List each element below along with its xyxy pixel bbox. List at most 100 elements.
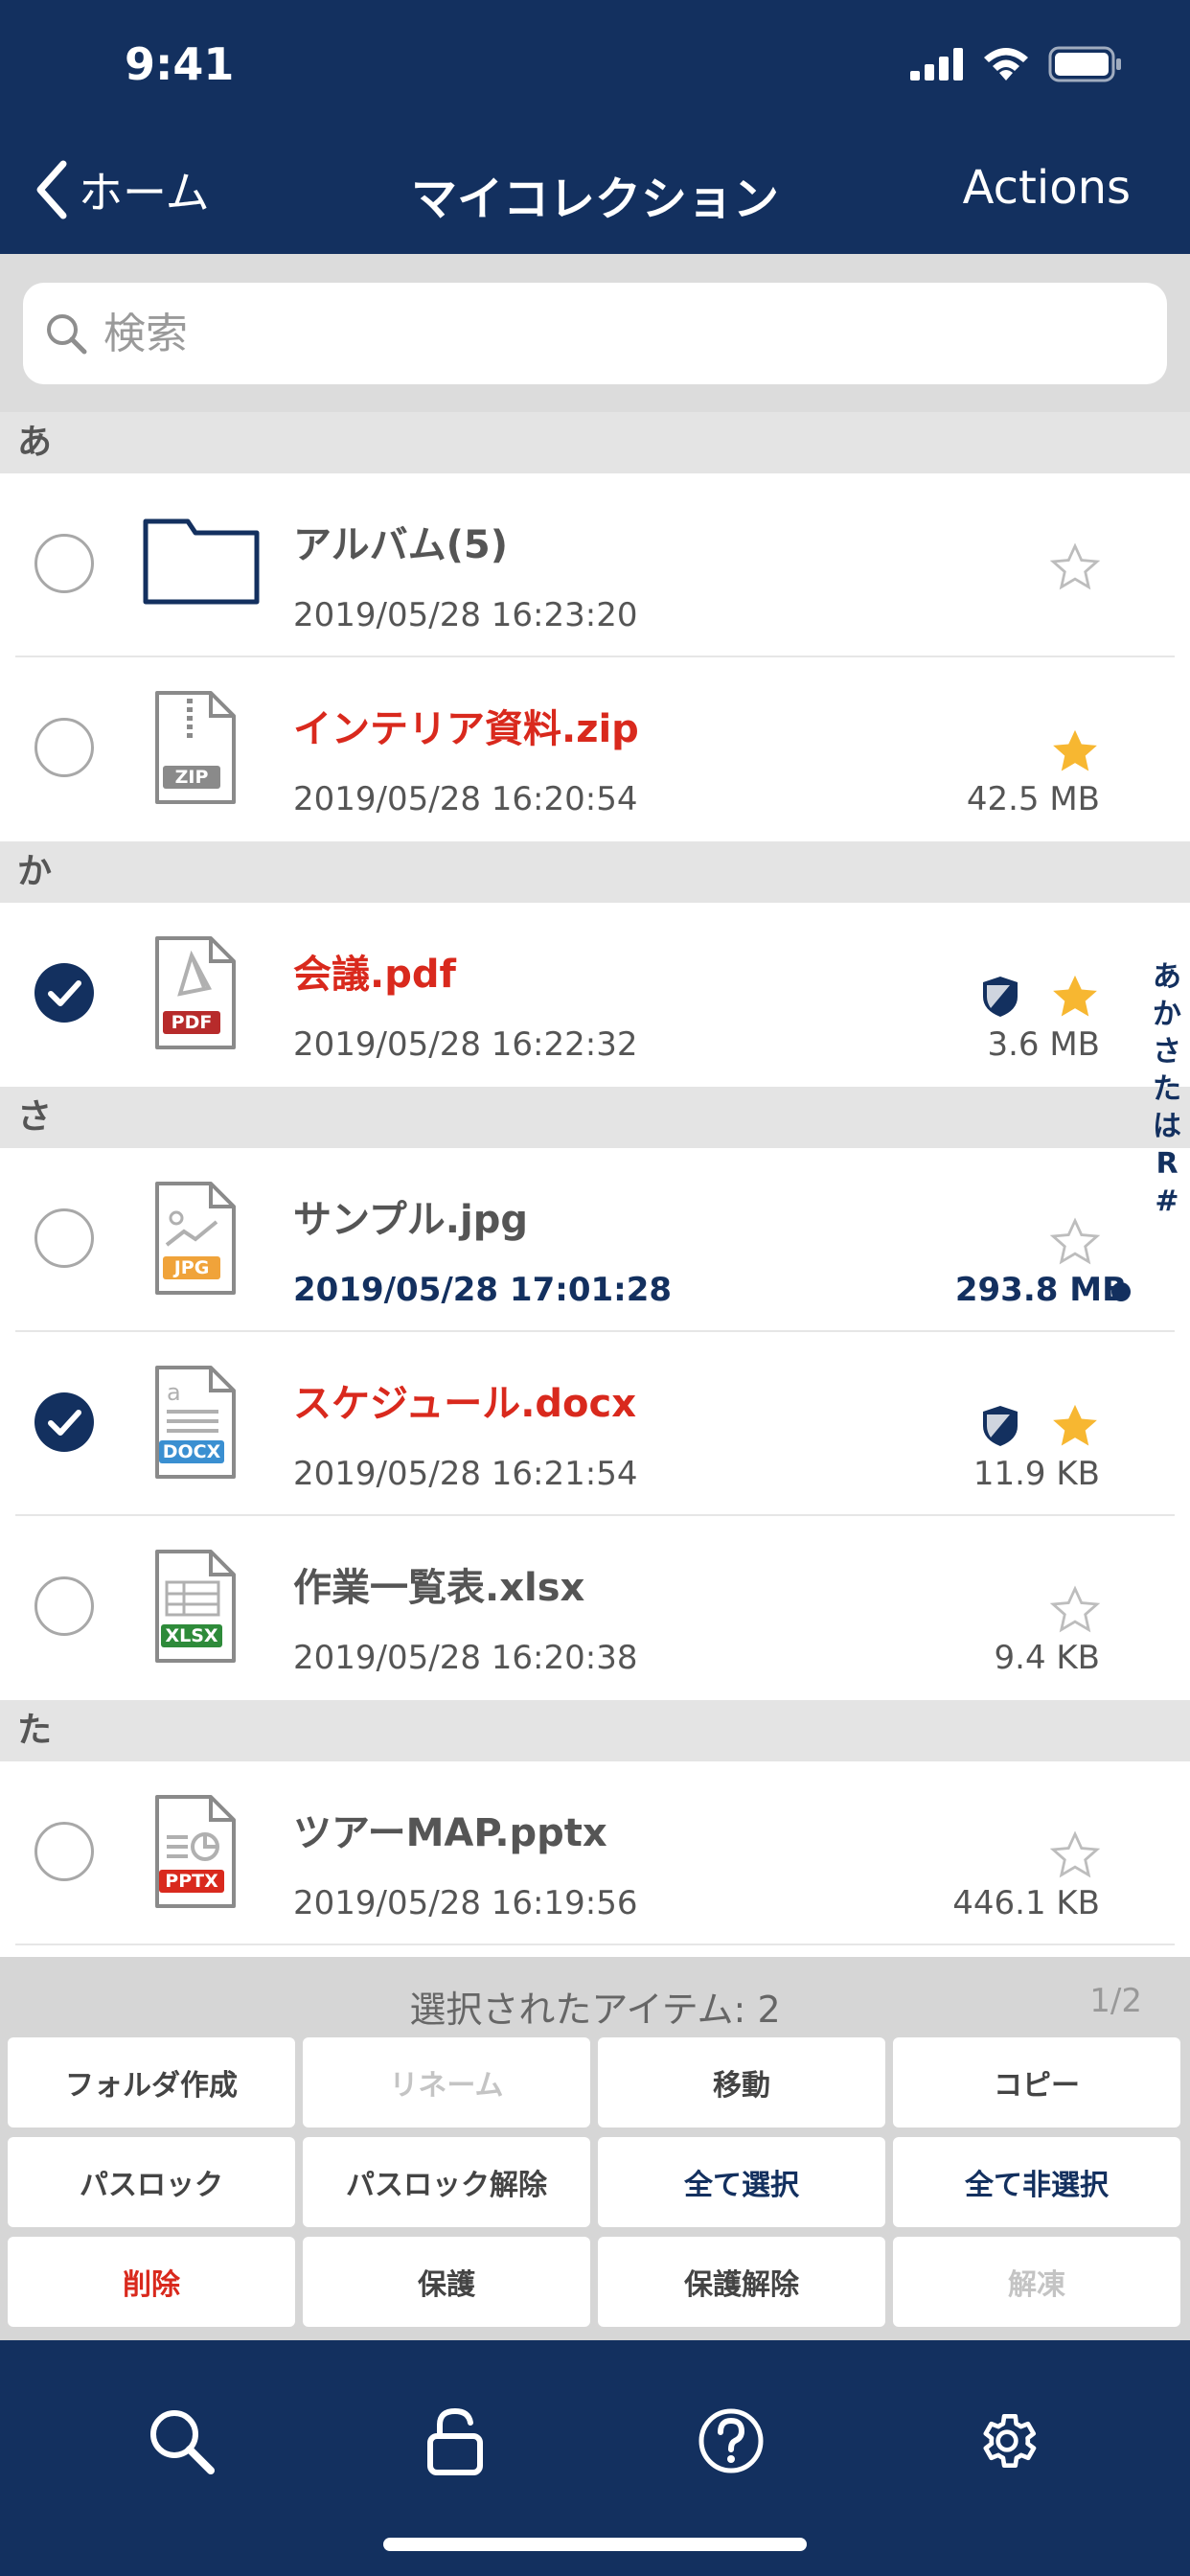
file-badge: XLSX <box>165 1625 218 1646</box>
select-all-button[interactable]: 全て選択 <box>598 2137 885 2227</box>
status-icons <box>910 46 1123 82</box>
jpg-file-icon <box>155 1182 236 1295</box>
star-outline-icon[interactable] <box>1048 1215 1102 1269</box>
star-outline-icon[interactable] <box>1048 1583 1102 1637</box>
select-radio-checked[interactable] <box>34 963 94 1023</box>
selection-count: 選択されたアイテム: 2 <box>409 1989 781 2031</box>
delete-button[interactable]: 削除 <box>8 2237 295 2327</box>
file-size: 42.5 MB <box>966 780 1100 818</box>
deselect-all-button[interactable]: 全て非選択 <box>893 2137 1180 2227</box>
search-icon <box>47 314 87 355</box>
file-row-jpg[interactable]: JPG サンプル.jpg 2019/05/28 17:01:28 293.8 M… <box>0 1148 1190 1332</box>
protect-button[interactable]: 保護 <box>303 2237 590 2327</box>
svg-text:a: a <box>167 1379 181 1406</box>
pptx-file-icon <box>155 1795 236 1908</box>
file-row-pdf[interactable]: PDF 会議.pdf 2019/05/28 16:22:32 3.6 MB <box>0 903 1190 1087</box>
file-row-xlsx[interactable]: XLSX 作業一覧表.xlsx 2019/05/28 16:20:38 9.4 … <box>0 1516 1190 1700</box>
tab-help[interactable] <box>688 2398 774 2484</box>
file-row-docx[interactable]: a DOCX スケジュール.docx 2019/05/28 16:21:54 1… <box>0 1332 1190 1516</box>
gear-icon <box>983 2414 1037 2468</box>
star-outline-icon[interactable] <box>1048 540 1102 594</box>
select-radio[interactable] <box>34 1822 94 1881</box>
section-header-a: あ <box>0 412 1190 473</box>
section-header-ta: た <box>0 1700 1190 1761</box>
index-item[interactable]: R <box>1156 1145 1178 1183</box>
index-item[interactable]: た <box>1153 1070 1181 1108</box>
file-badge: PPTX <box>165 1871 218 1892</box>
select-radio[interactable] <box>34 1576 94 1636</box>
file-badge: JPG <box>173 1257 210 1278</box>
page-indicator[interactable]: 1/2 <box>1089 1982 1142 2020</box>
tab-search[interactable] <box>138 2398 224 2484</box>
file-name: 作業一覧表.xlsx <box>293 1566 585 1610</box>
create-folder-button[interactable]: フォルダ作成 <box>8 2037 295 2128</box>
file-badge: DOCX <box>162 1441 221 1462</box>
back-button[interactable]: ホーム <box>34 158 210 221</box>
index-item[interactable]: あ <box>1153 958 1181 996</box>
action-panel: 選択されたアイテム: 2 1/2 フォルダ作成 リネーム 移動 コピー パスロッ… <box>0 1957 1190 2340</box>
checkmark-icon <box>48 980 81 1006</box>
index-item[interactable]: さ <box>1153 1033 1181 1070</box>
folder-icon <box>143 518 260 605</box>
star-outline-icon[interactable] <box>1048 1828 1102 1882</box>
shield-icon <box>983 977 1018 1017</box>
file-date: 2019/05/28 16:20:38 <box>293 1639 638 1677</box>
tab-settings[interactable] <box>964 2398 1050 2484</box>
select-radio-checked[interactable] <box>34 1392 94 1452</box>
new-indicator-dot <box>1111 1282 1131 1301</box>
search-bar[interactable] <box>23 283 1167 384</box>
home-indicator <box>383 2538 807 2551</box>
file-date: 2019/05/28 16:22:32 <box>293 1025 638 1064</box>
shield-icon <box>983 1406 1018 1446</box>
file-row-zip[interactable]: ZIP インテリア資料.zip 2019/05/28 16:20:54 42.5… <box>0 657 1190 841</box>
file-size: 11.9 KB <box>973 1455 1100 1493</box>
section-index-bar[interactable]: あ か さ た は R # <box>1144 958 1190 1220</box>
file-list[interactable]: あ アルバム(5) 2019/05/28 16:23:20 ZIP インテリア資… <box>0 412 1190 1957</box>
star-filled-icon[interactable] <box>1048 1399 1102 1453</box>
unlock-icon <box>427 2407 483 2475</box>
zip-file-icon <box>155 691 236 804</box>
file-badge: PDF <box>171 1012 213 1033</box>
back-label: ホーム <box>79 167 210 218</box>
file-name: インテリア資料.zip <box>293 707 639 751</box>
move-button[interactable]: 移動 <box>598 2037 885 2128</box>
file-name: スケジュール.docx <box>293 1382 637 1426</box>
select-radio[interactable] <box>34 1208 94 1268</box>
section-header-sa: さ <box>0 1087 1190 1148</box>
file-row-pptx[interactable]: PPTX ツアーMAP.pptx 2019/05/28 16:19:56 446… <box>0 1761 1190 1945</box>
rename-button[interactable]: リネーム <box>303 2037 590 2128</box>
select-radio[interactable] <box>34 718 94 777</box>
chevron-left-icon <box>36 160 67 219</box>
select-radio[interactable] <box>34 534 94 593</box>
file-size: 446.1 KB <box>952 1884 1100 1922</box>
passlock-button[interactable]: パスロック <box>8 2137 295 2227</box>
actions-button[interactable]: Actions <box>963 161 1131 215</box>
file-date: 2019/05/28 17:01:28 <box>293 1271 673 1309</box>
passlock-release-button[interactable]: パスロック解除 <box>303 2137 590 2227</box>
file-date: 2019/05/28 16:20:54 <box>293 780 638 818</box>
action-button-grid: フォルダ作成 リネーム 移動 コピー パスロック パスロック解除 全て選択 全て… <box>8 2037 1182 2327</box>
search-input[interactable] <box>102 308 1064 359</box>
file-row-album[interactable]: アルバム(5) 2019/05/28 16:23:20 <box>0 473 1190 657</box>
xlsx-file-icon <box>155 1550 236 1663</box>
file-name: 会議.pdf <box>293 953 456 997</box>
checkmark-icon <box>48 1410 81 1436</box>
index-item[interactable]: は <box>1153 1108 1181 1145</box>
unprotect-button[interactable]: 保護解除 <box>598 2237 885 2327</box>
file-size: 3.6 MB <box>987 1025 1100 1064</box>
star-filled-icon[interactable] <box>1048 970 1102 1024</box>
wifi-icon <box>984 48 1028 80</box>
unzip-button[interactable]: 解凍 <box>893 2237 1180 2327</box>
star-filled-icon[interactable] <box>1048 724 1102 778</box>
index-item[interactable]: か <box>1153 996 1181 1033</box>
index-item[interactable]: # <box>1155 1183 1179 1220</box>
file-name: アルバム(5) <box>293 523 508 567</box>
file-name: ツアーMAP.pptx <box>293 1811 607 1855</box>
pdf-file-icon <box>155 936 236 1049</box>
file-size: 9.4 KB <box>994 1639 1101 1677</box>
tab-lock[interactable] <box>412 2398 498 2484</box>
file-date: 2019/05/28 16:19:56 <box>293 1884 638 1922</box>
file-size: 293.8 MB <box>954 1271 1127 1309</box>
signal-icon <box>910 48 963 80</box>
copy-button[interactable]: コピー <box>893 2037 1180 2128</box>
